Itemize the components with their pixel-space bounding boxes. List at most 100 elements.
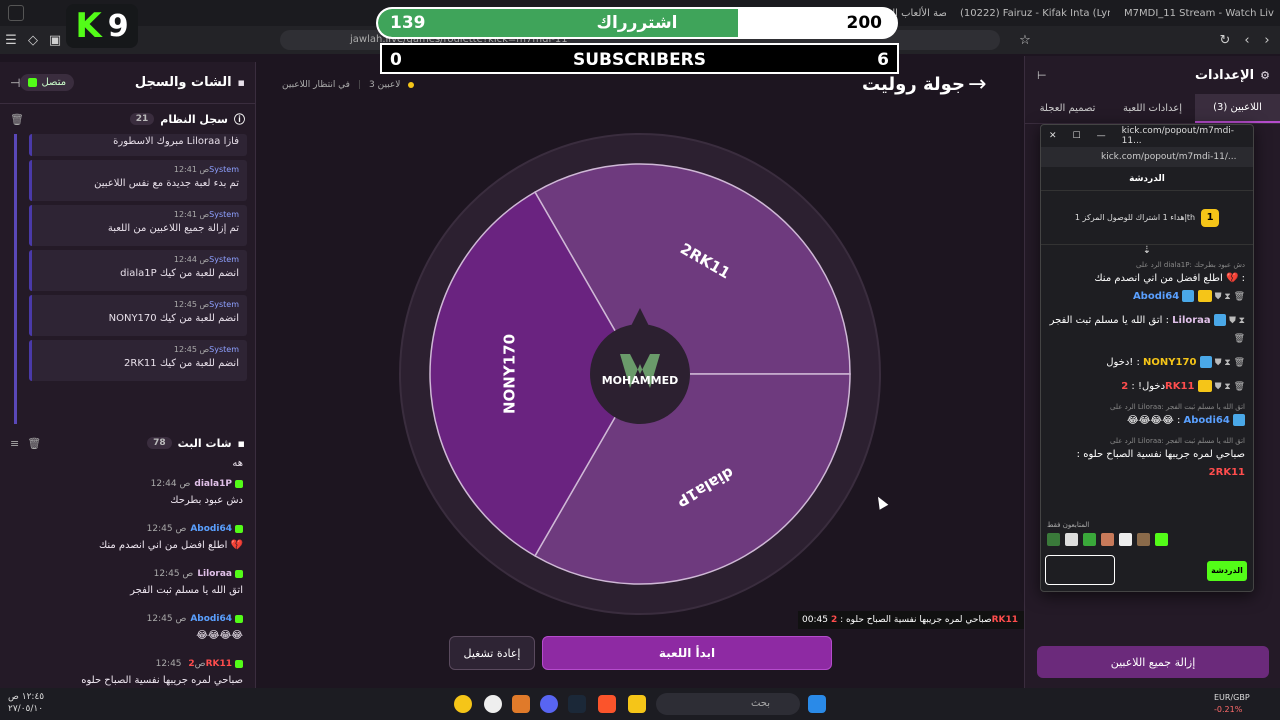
system-log-text: NONY170 انضم للعبة من كيك: [108, 313, 239, 324]
chat-message: 12:45 ص Liloraa اتق الله يا مسلم ثبت الفجر: [12, 569, 243, 606]
popout-chat-header: الدردشة: [1041, 167, 1253, 191]
settings-title: الإعدادات: [1194, 67, 1255, 83]
windows-start-icon[interactable]: [808, 695, 826, 713]
collapse-panel-icon[interactable]: ⊢: [1037, 69, 1047, 82]
remove-all-players-button[interactable]: إزالة جميع اللاعبين: [1037, 646, 1269, 678]
game-status: في انتظار اللاعبين | 3 لاعبين: [282, 80, 415, 90]
chat-icon: ▪: [237, 76, 245, 89]
mod-tools-icon[interactable]: ⛊ ⧗ 🗑: [1215, 382, 1245, 392]
chat-input[interactable]: [1045, 555, 1115, 585]
live-chat-header: ≡ 🗑 78 شات البث ▪: [0, 428, 255, 458]
collapse-panel-icon[interactable]: ⊣: [10, 76, 20, 90]
popout-message-text: اتق الله يا مسلم ثبت الفجر: [1049, 315, 1163, 326]
tab-youtube[interactable]: (10222) Fairuz - Kifak Inta (Lyric V: [960, 4, 1110, 24]
fx-pair: EUR/GBP: [1214, 693, 1250, 702]
maximize-icon[interactable]: ☐: [1073, 131, 1081, 141]
taskbar-app-icon[interactable]: [454, 695, 472, 713]
chat-time: 12:44 ص: [150, 479, 191, 489]
system-log-text: مبروك الاسطورة Liloraa فازا: [113, 136, 239, 147]
tab-game-settings[interactable]: إعدادات اللعبة: [1110, 94, 1195, 123]
popout-message-text: دخول!: [1137, 381, 1166, 392]
chat-log-title: الشات والسجل: [134, 75, 232, 90]
emote-bar[interactable]: [1047, 533, 1168, 546]
system-log-text: تم إزالة جميع اللاعبين من اللعبة: [107, 223, 239, 234]
system-log-time: 12:41 ص: [173, 165, 210, 174]
subs-label: SUBSCRIBERS: [572, 50, 707, 70]
crown-badge-icon: [1197, 380, 1212, 392]
window-menu-icon[interactable]: [8, 5, 24, 21]
back-icon[interactable]: ‹: [1236, 33, 1258, 48]
chat-username[interactable]: diala1P: [194, 479, 232, 489]
popout-username[interactable]: Abodi64: [1133, 291, 1179, 302]
mod-tools-icon[interactable]: ⛊ ⧗ 🗑: [1215, 358, 1245, 368]
chat-message-text: دش عبود بطرحك: [170, 495, 243, 506]
trash-icon[interactable]: 🗑: [10, 113, 24, 126]
emote-icon[interactable]: [1155, 533, 1168, 546]
popout-message-text: اطلع افضل من اني انصدم منك 💔: [1094, 273, 1239, 284]
popout-messages: الرد على diala1P: دش عبود بطرحك اطلع افضل…: [1041, 256, 1253, 492]
chat-username[interactable]: Liloraa: [197, 569, 232, 579]
sub-goal-target: 200: [846, 13, 883, 33]
tab-label: (10222) Fairuz - Kifak Inta (Lyric V: [960, 8, 1110, 19]
brave-icon[interactable]: [598, 695, 616, 713]
reply-preview: الرد على Liloraa: اتق الله يا مسلم ثبت ا…: [1110, 437, 1245, 445]
emote-icon[interactable]: [1083, 533, 1096, 546]
taskbar-search[interactable]: بحث: [656, 693, 800, 715]
minimize-icon[interactable]: —: [1097, 131, 1106, 141]
mod-tools-icon[interactable]: ⛊ ⧗ 🗑: [1215, 292, 1245, 302]
scroll-down-icon[interactable]: ⇣: [1041, 245, 1253, 256]
emote-icon[interactable]: [1065, 533, 1078, 546]
popout-username[interactable]: 2RK11: [1209, 467, 1245, 478]
sub-goal-bar: 139 اشتررراك 200: [376, 7, 898, 39]
forward-icon[interactable]: ›: [1256, 33, 1278, 48]
bookmark-icon[interactable]: ☆: [1014, 33, 1036, 48]
chat-send-button[interactable]: الدردشة: [1207, 561, 1247, 581]
system-log-header: 🗑 21 سجل النظام ⓘ: [0, 104, 255, 134]
folder-icon[interactable]: [628, 695, 646, 713]
shield-icon[interactable]: ◇: [22, 33, 44, 48]
status-divider: |: [357, 80, 362, 90]
popout-username[interactable]: Liloraa: [1172, 315, 1211, 326]
wallet-icon[interactable]: ▣: [44, 33, 66, 48]
arrow-right-icon[interactable]: →: [968, 72, 986, 97]
emote-icon[interactable]: [1119, 533, 1132, 546]
emote-icon[interactable]: [1137, 533, 1150, 546]
popout-titlebar: ✕ ☐ — kick.com/popout/m7mdi-11...: [1041, 125, 1253, 147]
popout-message: دخول! : 2RK11 ⛊ ⧗ 🗑: [1121, 380, 1245, 392]
steam-icon[interactable]: [568, 695, 586, 713]
taskbar-app-icon[interactable]: [484, 695, 502, 713]
taskbar-clock[interactable]: ١٢:٤٥ ص ٢٧/٠٥/١٠: [8, 691, 44, 715]
verified-badge-icon: [1233, 414, 1245, 426]
tab-players[interactable]: اللاعبين (3): [1195, 94, 1280, 123]
system-log-sender: System: [209, 255, 239, 264]
filter-icon[interactable]: ≡: [10, 437, 19, 450]
trash-icon[interactable]: 🗑: [27, 437, 41, 450]
reset-button[interactable]: إعادة تشغيل: [449, 636, 535, 670]
popout-address-bar[interactable]: kick.com/popout/m7mdi-11/...: [1041, 147, 1253, 167]
tab-wheel-design[interactable]: تصميم العجلة: [1025, 94, 1110, 123]
mod-tools-icon[interactable]: ⛊ ⧗ 🗑: [1229, 316, 1245, 344]
tab-kick[interactable]: M7MDI_11 Stream - Watch Live o: [1124, 4, 1274, 24]
popout-message: اتق الله يا مسلم ثبت الفجر : Liloraa ⛊ ⧗…: [1049, 314, 1245, 344]
chat-message: 12:45 ص Abodi64 😂😂😂😂: [12, 614, 243, 651]
reload-icon[interactable]: ↻: [1214, 33, 1236, 48]
chat-username[interactable]: Abodi64: [190, 614, 232, 624]
roulette-wheel[interactable]: 2RK11 diala1P NONY170 MOHAMMED: [398, 132, 882, 616]
fx-widget[interactable]: EUR/GBP -0.21%: [1214, 692, 1250, 716]
chat-message-text: هه: [232, 458, 243, 469]
start-game-button[interactable]: ابدأ اللعبة: [542, 636, 832, 670]
discord-icon[interactable]: [540, 695, 558, 713]
emote-icon[interactable]: [1101, 533, 1114, 546]
gear-icon: ⚙: [1260, 68, 1270, 82]
system-log-text: diala1P انضم للعبة من كيك: [120, 268, 239, 279]
chat-username[interactable]: Abodi64: [190, 524, 232, 534]
close-icon[interactable]: ✕: [1049, 131, 1057, 141]
live-chat-count: 78: [147, 437, 172, 449]
emote-icon[interactable]: [1047, 533, 1060, 546]
taskbar-search-label: بحث: [750, 698, 770, 709]
popout-username[interactable]: Abodi64: [1184, 415, 1230, 426]
popout-username[interactable]: NONY170: [1143, 357, 1196, 368]
taskbar-app-icon[interactable]: [512, 695, 530, 713]
popout-title: kick.com/popout/m7mdi-11...: [1121, 126, 1235, 146]
sidebar-icon[interactable]: ☰: [0, 33, 22, 48]
